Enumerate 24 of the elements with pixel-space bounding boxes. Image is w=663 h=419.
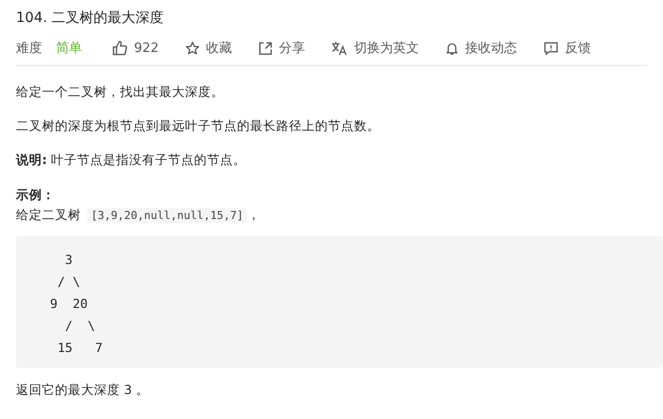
problem-title: 104. 二叉树的最大深度	[15, 9, 165, 28]
feedback-icon	[542, 40, 559, 56]
share-button[interactable]: 分享	[258, 39, 305, 57]
star-icon	[184, 40, 200, 56]
example-text: 给定二叉树	[16, 206, 81, 224]
example-heading: 示例：	[16, 186, 56, 203]
bell-icon	[444, 40, 459, 56]
difficulty-label: 难度	[16, 40, 42, 57]
thumbs-up-icon	[112, 40, 128, 56]
share-icon	[258, 40, 273, 56]
description-text: 说明: 叶子节点是指没有子节点的节点。	[16, 151, 247, 168]
translate-icon	[330, 40, 348, 56]
like-button[interactable]: 922	[112, 40, 159, 56]
difficulty-value: 简单	[56, 40, 82, 57]
result-text: 返回它的最大深度 3 。	[16, 381, 150, 398]
description-text: 二叉树的深度为根节点到最远叶子节点的最长路径上的节点数。	[16, 117, 381, 134]
description-text: 给定一个二叉树，找出其最大深度。	[16, 83, 225, 100]
code-block: 3 / \ 9 20 / \ 15 7	[16, 236, 663, 368]
example-punctuation: ，	[247, 206, 260, 224]
inline-code: [3,9,20,null,null,15,7]	[87, 208, 248, 222]
star-button[interactable]: 收藏	[184, 39, 232, 57]
bell-button[interactable]: 接收动态	[444, 39, 517, 57]
feedback-button[interactable]: 反馈	[542, 39, 591, 57]
translate-button[interactable]: 切换为英文	[330, 39, 419, 57]
